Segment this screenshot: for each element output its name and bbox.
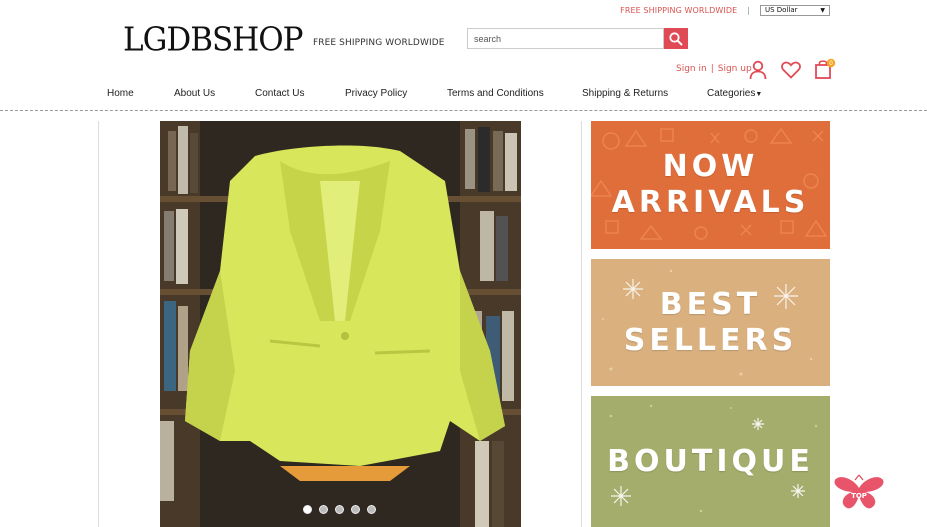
main-nav: Home About Us Contact Us Privacy Policy …: [0, 88, 927, 103]
new-arrivals-banner[interactable]: NOW ARRIVALS: [591, 121, 830, 249]
boutique-label: BOUTIQUE: [607, 443, 814, 479]
cart-button[interactable]: 0: [814, 58, 836, 80]
carousel-dot[interactable]: [319, 505, 328, 514]
carousel-dot[interactable]: [303, 505, 312, 514]
sign-up-link[interactable]: Sign up: [718, 64, 752, 74]
new-arrivals-line2: ARRIVALS: [611, 185, 810, 220]
back-to-top-label: TOP: [851, 492, 867, 500]
free-shipping-banner: FREE SHIPPING WORLDWIDE: [313, 38, 445, 48]
search-icon: [669, 31, 683, 46]
currency-select[interactable]: US Dollar ▼: [760, 4, 830, 16]
product-image[interactable]: [160, 121, 521, 527]
carousel-dot[interactable]: [367, 505, 376, 514]
sign-in-link[interactable]: Sign in: [676, 64, 707, 74]
best-sellers-banner[interactable]: BEST SELLERS: [591, 259, 830, 386]
heart-icon[interactable]: [781, 61, 801, 79]
currency-value: US Dollar: [765, 6, 798, 14]
column-divider-right: [581, 121, 582, 527]
nav-item-contact-us[interactable]: Contact Us: [255, 88, 304, 99]
caret-down-icon: ▼: [755, 91, 763, 98]
cart-count-badge: 0: [829, 60, 833, 67]
carousel-dot[interactable]: [335, 505, 344, 514]
nav-item-categories[interactable]: Categories▼: [707, 88, 762, 99]
topbar-separator: |: [747, 5, 750, 15]
nav-item-about-us[interactable]: About Us: [174, 88, 215, 99]
nav-item-terms-and-conditions[interactable]: Terms and Conditions: [447, 88, 544, 99]
site-logo[interactable]: LGDBSHOP: [123, 21, 304, 59]
auth-links: Sign in | Sign up: [676, 64, 752, 74]
search-bar: search: [467, 28, 688, 49]
butterfly-top-icon: TOP: [834, 474, 884, 509]
best-sellers-line1: BEST: [659, 286, 762, 322]
nav-item-home[interactable]: Home: [107, 88, 134, 99]
new-arrivals-line1: NOW: [662, 149, 759, 184]
boutique-banner[interactable]: BOUTIQUE: [591, 396, 830, 527]
best-sellers-line2: SELLERS: [623, 322, 798, 358]
shopping-bag-icon: 0: [815, 58, 836, 79]
auth-separator: |: [710, 64, 714, 74]
top-bar: FREE SHIPPING WORLDWIDE | US Dollar ▼: [620, 4, 830, 16]
nav-item-categories-label: Categories: [707, 88, 756, 99]
jacket-photo: [160, 121, 521, 527]
carousel-dot[interactable]: [351, 505, 360, 514]
back-to-top-button[interactable]: TOP: [833, 472, 885, 512]
page: FREE SHIPPING WORLDWIDE | US Dollar ▼ LG…: [0, 0, 927, 527]
column-divider-left: [98, 121, 99, 527]
chevron-down-icon: ▼: [820, 6, 825, 14]
user-icon[interactable]: [749, 60, 767, 80]
search-button[interactable]: [664, 28, 688, 49]
search-input[interactable]: search: [467, 28, 664, 49]
carousel-dots: [303, 505, 376, 514]
nav-divider: [0, 110, 927, 111]
nav-item-privacy-policy[interactable]: Privacy Policy: [345, 88, 407, 99]
nav-item-shipping-returns[interactable]: Shipping & Returns: [582, 88, 668, 99]
free-shipping-link[interactable]: FREE SHIPPING WORLDWIDE: [620, 6, 737, 15]
